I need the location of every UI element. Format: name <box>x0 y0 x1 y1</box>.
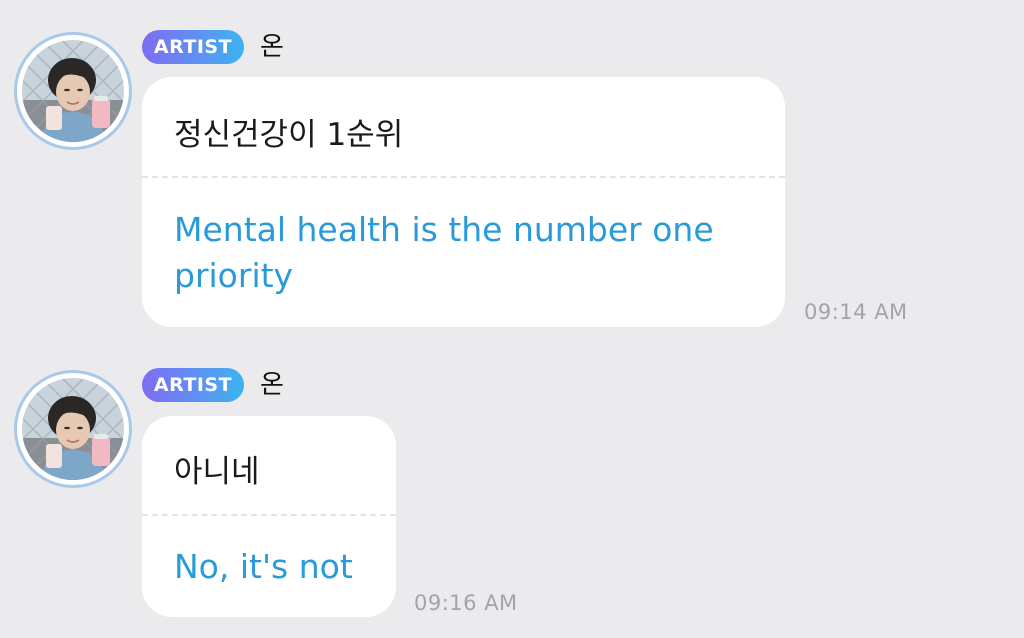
artist-badge: ARTIST <box>142 368 244 402</box>
sender-name: 온 <box>260 370 284 400</box>
artist-badge: ARTIST <box>142 30 244 64</box>
original-text: 아니네 <box>174 454 260 490</box>
avatar[interactable] <box>14 32 132 150</box>
translated-text: Mental health is the number one priority <box>174 210 714 295</box>
divider <box>142 514 396 516</box>
translated-text: No, it's not <box>174 547 353 586</box>
message-bubble[interactable]: 아니네 No, it's not <box>142 416 396 617</box>
message-item: ARTIST 온 정신건강이 1순위 Mental health is the … <box>0 0 1024 340</box>
original-text: 정신건강이 1순위 <box>174 117 404 153</box>
message-bubble[interactable]: 정신건강이 1순위 Mental health is the number on… <box>142 77 785 327</box>
divider <box>142 176 785 178</box>
avatar-photo <box>22 378 124 480</box>
avatar-photo <box>22 40 124 142</box>
avatar[interactable] <box>14 370 132 488</box>
sender-name: 온 <box>260 32 284 62</box>
timestamp: 09:14 AM <box>804 300 908 324</box>
message-item: ARTIST 온 아니네 No, it's not 09:16 AM <box>0 340 1024 638</box>
timestamp: 09:16 AM <box>414 591 518 615</box>
